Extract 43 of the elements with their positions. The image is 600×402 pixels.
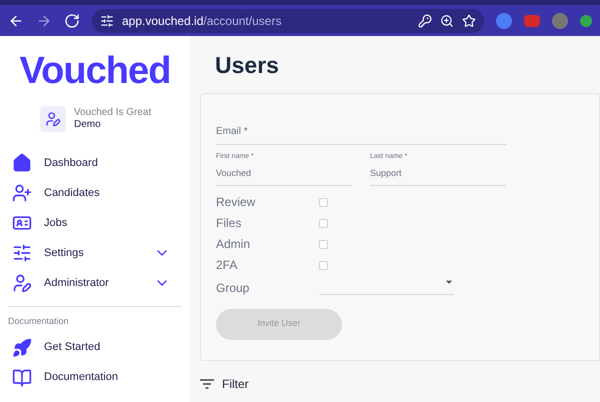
sidebar-item[interactable]: Administrator [0,268,190,298]
account-role: Demo [74,119,102,132]
permission-label: Files [216,215,242,232]
checkbox[interactable] [319,218,328,228]
email-field[interactable]: Email * [216,118,506,144]
filter-button[interactable]: Filter [200,374,600,392]
section-heading: Documentation [7,315,70,328]
zoom-icon[interactable] [440,14,454,28]
back-icon[interactable] [8,12,24,28]
url-text: app.vouched.id/account/users [122,12,282,30]
bookmark-star-icon[interactable] [462,14,476,28]
sidebar-item[interactable]: Candidates [0,178,190,208]
user-pen-icon [12,273,32,293]
filter-icon [200,378,214,388]
key-icon[interactable] [418,14,432,28]
house-icon [12,153,32,173]
group-label: Group [216,280,250,296]
site-settings-icon[interactable] [100,14,114,28]
reload-icon[interactable] [64,12,80,28]
rocket-icon [12,338,32,358]
sidebar-item[interactable]: Jobs [0,208,190,238]
sidebar-item[interactable]: Get Started [0,332,190,362]
checkbox[interactable] [319,198,328,206]
permission-label: 2FA [216,257,238,274]
user-pen-icon [45,111,61,127]
address-bar[interactable]: app.vouched.id/account/users [92,8,484,32]
extension-icon[interactable] [524,14,540,26]
sliders-icon [12,243,32,263]
page-title: Users [214,51,280,80]
user-plus-icon [12,183,32,203]
logo: Vouched [20,52,170,90]
checkbox[interactable] [319,260,328,270]
account-name: Vouched Is Great [74,106,152,119]
sidebar-item[interactable]: Documentation [0,362,190,392]
sidebar-item[interactable]: Dashboard [0,148,190,178]
extension-icon[interactable] [552,12,568,28]
permission-label: Review [216,194,256,211]
extension-icon[interactable] [496,12,512,28]
checkbox[interactable] [319,240,328,248]
extension-icon[interactable] [580,14,592,26]
book-icon [12,368,32,388]
sidebar-item[interactable]: Settings [0,238,190,268]
permission-label: Admin [216,236,252,253]
